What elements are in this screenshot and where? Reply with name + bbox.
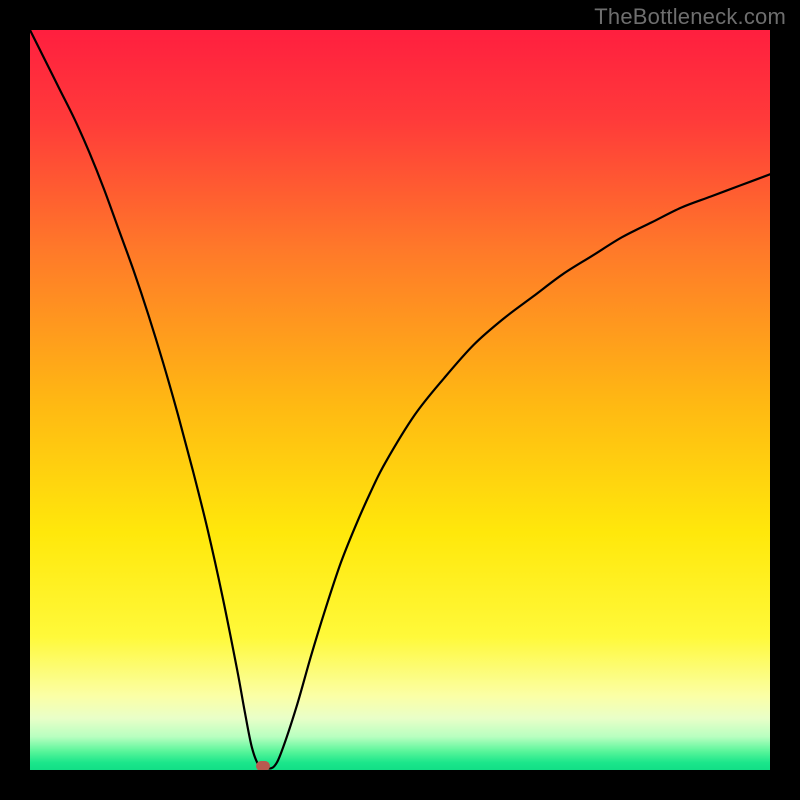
bottleneck-curve [30, 30, 770, 770]
chart-frame: TheBottleneck.com [0, 0, 800, 800]
watermark-text: TheBottleneck.com [594, 4, 786, 30]
plot-area [30, 30, 770, 770]
minimum-marker [256, 761, 270, 770]
